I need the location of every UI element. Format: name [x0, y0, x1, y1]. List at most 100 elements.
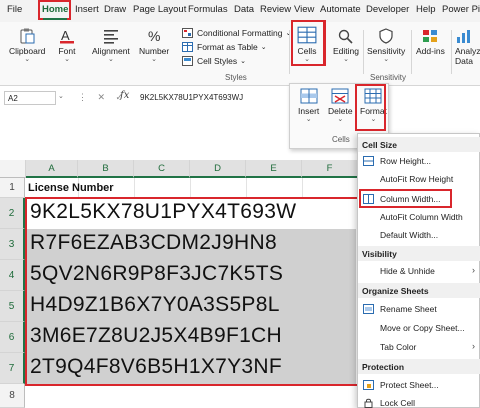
- format-as-table-button[interactable]: Format as Table ⌄: [182, 42, 267, 52]
- chevron-right-icon: ›: [472, 341, 475, 351]
- conditional-formatting-icon: [182, 28, 193, 38]
- sensitivity-group-label: Sensitivity: [370, 73, 407, 82]
- cell-a1-header[interactable]: License Number: [28, 182, 114, 194]
- chevron-down-icon: ⌄: [337, 116, 344, 123]
- svg-text:A: A: [61, 28, 70, 43]
- chevron-down-icon: ⌄: [383, 56, 390, 63]
- alignment-button[interactable]: Alignment ⌄: [92, 28, 130, 63]
- protect-sheet-label: Protect Sheet...: [380, 380, 439, 390]
- row-height-icon: [363, 156, 374, 166]
- column-header-a[interactable]: A: [26, 160, 78, 178]
- row-header-2[interactable]: 2: [0, 198, 25, 229]
- formula-value[interactable]: 9K2L5KX78U1PYX4T693WJ: [140, 93, 243, 102]
- shield-icon: [379, 28, 393, 44]
- divider: [411, 30, 412, 74]
- lock-cell-label: Lock Cell: [380, 398, 415, 408]
- insert-cells-button[interactable]: Insert ⌄: [298, 88, 319, 123]
- tab-insert[interactable]: Insert: [75, 4, 99, 15]
- rename-sheet-item[interactable]: Rename Sheet: [358, 301, 480, 317]
- name-box-dropdown-icon[interactable]: ⌄: [58, 92, 64, 100]
- editing-button[interactable]: Editing ⌄: [333, 28, 359, 63]
- home-tab-highlight: [38, 0, 71, 20]
- default-width-label: Default Width...: [380, 230, 439, 240]
- row-height-label: Row Height...: [380, 156, 432, 166]
- font-button[interactable]: A Font ⌄: [58, 28, 76, 63]
- organize-sheets-section: Organize Sheets: [358, 283, 480, 298]
- table-icon: [182, 42, 193, 52]
- column-header-b[interactable]: B: [78, 160, 134, 178]
- column-width-highlight: [359, 189, 452, 208]
- add-ins-icon: [423, 30, 438, 42]
- analyze-data-button[interactable]: Analyz Data: [455, 28, 480, 66]
- tab-review[interactable]: Review: [260, 4, 291, 15]
- default-width-item[interactable]: Default Width...: [358, 227, 480, 243]
- row-height-item[interactable]: Row Height...: [358, 153, 480, 169]
- format-as-table-label: Format as Table: [197, 42, 258, 52]
- move-copy-item[interactable]: Move or Copy Sheet...: [358, 320, 480, 336]
- row-header-3[interactable]: 3: [0, 229, 25, 260]
- chevron-down-icon: ⌄: [343, 56, 349, 63]
- align-icon: [103, 30, 118, 44]
- home-tab-underline: [43, 18, 67, 20]
- number-button[interactable]: % Number ⌄: [139, 28, 169, 63]
- conditional-formatting-label: Conditional Formatting: [197, 28, 283, 38]
- chevron-down-icon: ⌄: [107, 56, 114, 63]
- select-all-corner[interactable]: [0, 160, 26, 178]
- chevron-down-icon: ⌄: [151, 56, 158, 63]
- analyze-data-icon: [457, 30, 470, 43]
- tab-formulas[interactable]: Formulas: [188, 4, 228, 15]
- tab-help[interactable]: Help: [416, 4, 436, 15]
- divider: [363, 30, 364, 74]
- column-header-e[interactable]: E: [246, 160, 302, 178]
- tab-developer[interactable]: Developer: [366, 4, 409, 15]
- autofit-column-item[interactable]: AutoFit Column Width: [358, 209, 480, 225]
- fx-icon[interactable]: fx: [120, 90, 129, 101]
- tab-draw[interactable]: Draw: [104, 4, 126, 15]
- rename-sheet-label: Rename Sheet: [380, 304, 437, 314]
- row-header-1[interactable]: 1: [0, 178, 25, 198]
- delete-cells-icon: [331, 88, 349, 104]
- column-header-c[interactable]: C: [134, 160, 190, 178]
- cell-styles-label: Cell Styles: [197, 56, 238, 66]
- hide-unhide-item[interactable]: Hide & Unhide ›: [358, 263, 480, 279]
- formula-bar: A2 ⌄ ⋮ ✕ ✓ fx 9K2L5KX78U1PYX4T693WJ: [0, 90, 480, 106]
- protect-sheet-item[interactable]: Protect Sheet...: [358, 377, 480, 393]
- hide-unhide-label: Hide & Unhide: [380, 266, 435, 276]
- row-header-7[interactable]: 7: [0, 353, 25, 384]
- autofit-row-item[interactable]: AutoFit Row Height: [358, 171, 480, 187]
- autofit-column-label: AutoFit Column Width: [380, 212, 463, 222]
- styles-group-label: Styles: [225, 73, 247, 82]
- cell-styles-button[interactable]: Cell Styles ⌄: [182, 56, 246, 66]
- row-header-6[interactable]: 6: [0, 322, 25, 353]
- divider: [451, 30, 452, 74]
- move-copy-label: Move or Copy Sheet...: [380, 323, 465, 333]
- row-header-5[interactable]: 5: [0, 291, 25, 322]
- name-box[interactable]: A2: [4, 91, 56, 105]
- delete-cells-button[interactable]: Delete ⌄: [328, 88, 353, 123]
- svg-text:%: %: [148, 28, 160, 44]
- tab-automate[interactable]: Automate: [320, 4, 361, 15]
- row-header-8[interactable]: 8: [0, 384, 25, 408]
- tab-page-layout[interactable]: Page Layout: [133, 4, 186, 15]
- conditional-formatting-button[interactable]: Conditional Formatting ⌄: [182, 28, 291, 38]
- menu-bar: File Home Insert Draw Page Layout Formul…: [0, 0, 480, 22]
- clipboard-button[interactable]: Clipboard ⌄: [9, 28, 45, 63]
- insert-cells-icon: [300, 88, 318, 104]
- gridline: [302, 178, 303, 198]
- tab-color-item[interactable]: Tab Color ›: [358, 339, 480, 355]
- tab-view[interactable]: View: [294, 4, 314, 15]
- tab-data[interactable]: Data: [234, 4, 254, 15]
- autofit-row-label: AutoFit Row Height: [380, 174, 454, 184]
- column-header-f[interactable]: F: [302, 160, 358, 178]
- column-header-d[interactable]: D: [190, 160, 246, 178]
- tab-file[interactable]: File: [7, 4, 22, 15]
- row-header-4[interactable]: 4: [0, 260, 25, 291]
- gridline: [246, 178, 247, 198]
- tab-power-pivot[interactable]: Power Pivot: [442, 4, 480, 15]
- lock-cell-item[interactable]: Lock Cell: [358, 395, 480, 408]
- cell-styles-icon: [182, 56, 193, 66]
- cells-button-highlight: [291, 20, 326, 66]
- rename-sheet-icon: [363, 304, 374, 314]
- sensitivity-button[interactable]: Sensitivity ⌄: [367, 28, 405, 63]
- add-ins-button[interactable]: Add-ins: [416, 28, 445, 56]
